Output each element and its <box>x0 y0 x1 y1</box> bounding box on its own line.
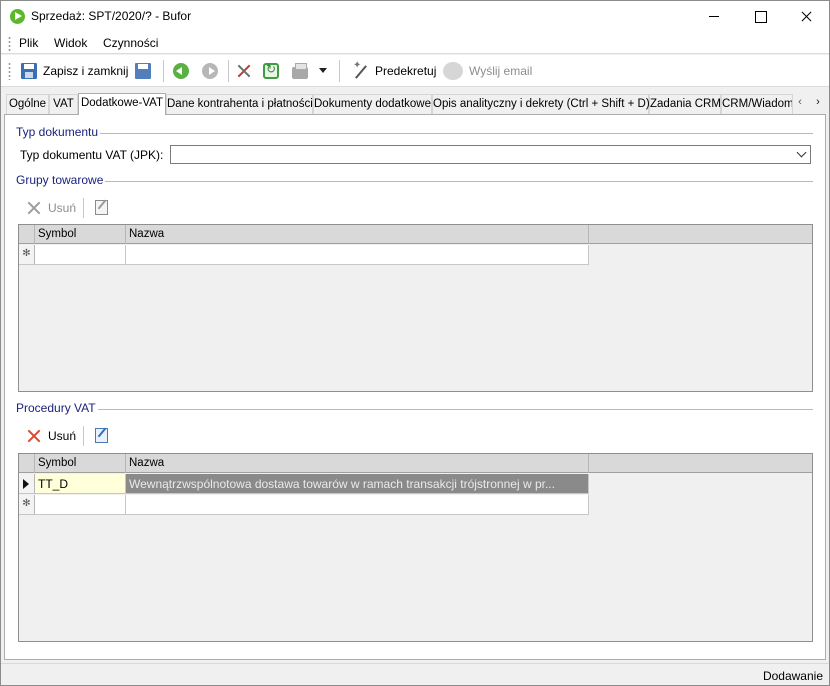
group-divider <box>17 409 813 410</box>
group-divider <box>17 181 813 182</box>
row-pointer-icon <box>23 479 29 489</box>
col-header-nazwa[interactable]: Nazwa <box>126 225 589 244</box>
grupy-grid: Symbol Nazwa ✻ <box>18 224 813 392</box>
tab-opis-analityczny[interactable]: Opis analityczny i dekrety (Ctrl + Shift… <box>432 94 650 114</box>
tab-dodatkowe-vat[interactable]: Dodatkowe-VAT <box>78 93 166 115</box>
new-row-marker[interactable]: ✻ <box>19 495 35 515</box>
tab-scroll-left-icon[interactable]: ‹ <box>793 96 807 110</box>
new-row-marker[interactable]: ✻ <box>19 245 35 265</box>
group-divider <box>17 133 813 134</box>
current-row-indicator[interactable] <box>19 474 35 494</box>
edit-document-icon[interactable] <box>95 200 108 215</box>
new-row-symbol-cell[interactable] <box>35 495 126 515</box>
toolbar-grip-icon[interactable] <box>8 62 11 80</box>
tab-panel: Typ dokumentu Typ dokumentu VAT (JPK): G… <box>4 114 826 660</box>
grupy-remove-label: Usuń <box>48 201 77 215</box>
edit-document-icon[interactable] <box>95 428 108 443</box>
close-button[interactable] <box>783 1 829 32</box>
save-icon <box>21 63 37 79</box>
chevron-down-icon[interactable] <box>796 147 807 158</box>
tools-button[interactable] <box>236 61 258 81</box>
save-button[interactable] <box>135 61 157 81</box>
tab-strip: Ogólne VAT Dodatkowe-VAT Dane kontrahent… <box>2 93 828 115</box>
print-dropdown-icon[interactable] <box>319 68 327 73</box>
delete-x-icon <box>27 429 41 443</box>
table-row-symbol-cell[interactable]: TT_D <box>35 474 126 494</box>
tab-ogolne[interactable]: Ogólne <box>6 94 49 114</box>
tab-zadania-crm[interactable]: Zadania CRM <box>649 94 721 114</box>
grupy-toolbar: Usuń <box>19 193 813 223</box>
back-button[interactable] <box>173 61 195 81</box>
app-window: Sprzedaż: SPT/2020/? - Bufor Plik Widok … <box>0 0 830 686</box>
send-email-button[interactable]: Wyślij email <box>443 61 532 81</box>
save-disk-icon <box>135 63 151 79</box>
save-close-label: Zapisz i zamknij <box>43 64 129 78</box>
printer-icon <box>292 63 308 79</box>
col-header-symbol[interactable]: Symbol <box>35 454 126 473</box>
tab-scroll-right-icon[interactable]: › <box>811 96 825 110</box>
grid-corner <box>19 454 35 473</box>
jpk-type-combobox[interactable] <box>170 145 811 164</box>
jpk-type-label: Typ dokumentu VAT (JPK): <box>20 148 164 162</box>
menu-czynnosci[interactable]: Czynności <box>103 36 158 50</box>
send-email-label: Wyślij email <box>469 64 533 78</box>
grupy-remove-button[interactable]: Usuń <box>27 201 76 215</box>
print-button[interactable] <box>292 61 314 81</box>
save-close-button[interactable]: Zapisz i zamknij <box>21 61 128 81</box>
arrow-right-icon <box>202 63 218 79</box>
toolbar-separator <box>83 426 84 446</box>
title-bar: Sprzedaż: SPT/2020/? - Bufor <box>1 1 829 32</box>
arrow-left-icon <box>173 63 189 79</box>
new-row-symbol-cell[interactable] <box>35 245 126 265</box>
procedury-toolbar: Usuń <box>19 421 813 451</box>
tab-dane-kontrahenta[interactable]: Dane kontrahenta i płatności <box>166 94 313 114</box>
status-mode: Dodawanie <box>762 669 823 683</box>
procedury-remove-button[interactable]: Usuń <box>27 429 76 443</box>
tab-vat[interactable]: VAT <box>49 94 78 114</box>
menu-bar: Plik Widok Czynności <box>1 32 829 54</box>
predekretuj-button[interactable]: Predekretuj <box>353 60 437 81</box>
toolbar-separator <box>228 60 229 82</box>
menu-widok[interactable]: Widok <box>54 36 87 50</box>
col-header-nazwa[interactable]: Nazwa <box>126 454 589 473</box>
procedury-remove-label: Usuń <box>48 429 77 443</box>
table-row-nazwa-cell[interactable]: Wewnątrzwspólnotowa dostawa towarów w ra… <box>126 474 589 494</box>
procedury-grid-header: Symbol Nazwa <box>19 454 812 473</box>
magic-wand-icon <box>353 60 369 79</box>
tab-crm-wiadomosci[interactable]: CRM/Wiadomo <box>721 94 793 114</box>
grid-corner <box>19 225 35 244</box>
window-title: Sprzedaż: SPT/2020/? - Bufor <box>31 9 192 23</box>
forward-button[interactable] <box>202 61 224 81</box>
toolbar: Zapisz i zamknij Predekretuj Wyś <box>1 55 829 87</box>
new-row-nazwa-cell[interactable] <box>126 495 589 515</box>
status-bar: Dodawanie <box>1 663 829 685</box>
predekretuj-label: Predekretuj <box>375 64 437 78</box>
refresh-icon <box>263 62 279 79</box>
col-header-symbol[interactable]: Symbol <box>35 225 126 244</box>
menu-plik[interactable]: Plik <box>19 36 38 50</box>
toolbar-separator <box>163 60 164 82</box>
group-title-typ-dokumentu: Typ dokumentu <box>16 125 101 139</box>
row-symbol-value: TT_D <box>38 477 68 491</box>
new-row-nazwa-cell[interactable] <box>126 245 589 265</box>
minimize-button[interactable] <box>691 1 737 32</box>
refresh-button[interactable] <box>263 61 285 81</box>
grupy-grid-header: Symbol Nazwa <box>19 225 812 244</box>
procedury-grid: Symbol Nazwa TT_D Wewnątrzwspólnotowa do… <box>18 453 813 642</box>
delete-x-icon <box>27 201 41 215</box>
group-title-grupy-towarowe: Grupy towarowe <box>16 173 106 187</box>
email-icon <box>443 62 463 80</box>
app-play-icon <box>10 9 25 24</box>
toolbar-separator <box>83 198 84 218</box>
tab-dokumenty-dodatkowe[interactable]: Dokumenty dodatkowe <box>313 94 432 114</box>
menu-grip-icon[interactable] <box>8 36 11 51</box>
group-title-procedury-vat: Procedury VAT <box>16 401 98 415</box>
toolbar-separator <box>339 60 340 82</box>
tools-icon <box>236 63 252 79</box>
maximize-button[interactable] <box>737 1 783 32</box>
